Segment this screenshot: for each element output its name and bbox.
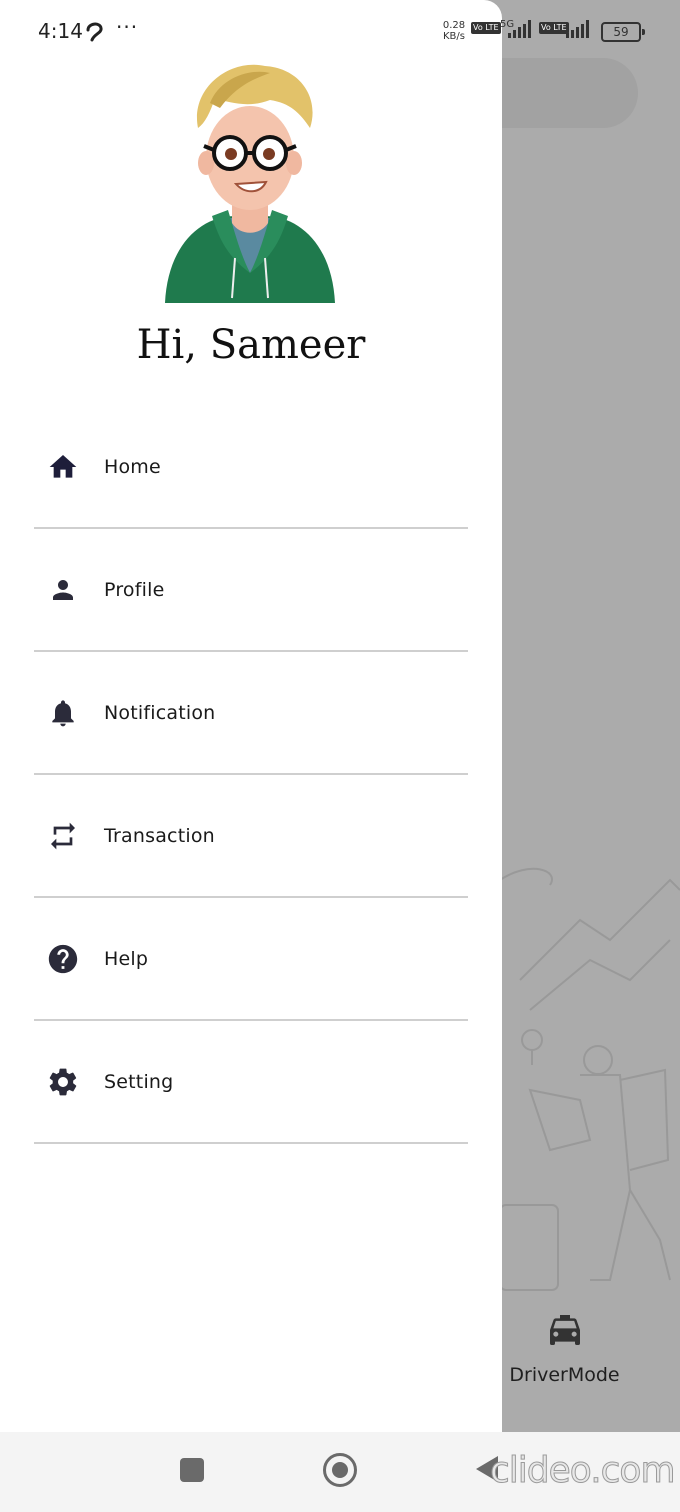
menu-item-help[interactable]: Help <box>34 898 468 1021</box>
system-navigation-bar: clideo.com <box>0 1432 680 1512</box>
home-icon <box>46 450 80 484</box>
user-avatar[interactable] <box>150 58 350 308</box>
menu-item-profile[interactable]: Profile <box>34 529 468 652</box>
menu-item-transaction[interactable]: Transaction <box>34 775 468 898</box>
home-button[interactable] <box>323 1453 357 1487</box>
gear-icon <box>46 1065 80 1099</box>
menu-label-notification: Notification <box>104 701 216 724</box>
navigation-drawer: Hi, Sameer Home Profile Notification Tra… <box>0 0 502 1512</box>
status-bar: 4:14 ··· 0.28 KB/s Vo LTE 5G Vo LTE 59 <box>0 0 680 62</box>
menu-label-help: Help <box>104 947 149 970</box>
battery-icon: 59 <box>601 22 645 42</box>
bell-icon <box>46 696 80 730</box>
menu-item-notification[interactable]: Notification <box>34 652 468 775</box>
menu-item-home[interactable]: Home <box>34 406 468 529</box>
network-speed: 0.28 KB/s <box>440 20 468 42</box>
status-time: 4:14 <box>38 19 83 43</box>
person-icon <box>46 573 80 607</box>
network-speed-unit: KB/s <box>443 31 465 42</box>
watermark: clideo.com <box>490 1450 677 1492</box>
swap-arrows-icon <box>46 819 80 853</box>
help-icon <box>46 942 80 976</box>
menu-label-transaction: Transaction <box>104 824 215 847</box>
network-speed-value: 0.28 <box>442 20 466 31</box>
more-notifications-icon: ··· <box>116 15 139 39</box>
menu-item-setting[interactable]: Setting <box>34 1021 468 1144</box>
drawer-menu: Home Profile Notification Transaction He… <box>34 406 468 1144</box>
signal-strength-icon-1 <box>508 20 531 38</box>
menu-label-home: Home <box>104 455 161 478</box>
volte-badge-1: Vo LTE <box>471 22 501 34</box>
menu-label-profile: Profile <box>104 578 165 601</box>
recent-apps-button[interactable] <box>180 1458 204 1482</box>
greeting-title: Hi, Sameer <box>136 322 366 368</box>
volte-badge-2: Vo LTE <box>539 22 569 34</box>
driver-mode-label: DriverMode <box>509 1364 620 1386</box>
driver-mode-button[interactable]: DriverMode <box>502 1310 627 1386</box>
menu-label-setting: Setting <box>104 1070 174 1093</box>
taxi-icon <box>549 1315 580 1345</box>
signal-strength-icon-2 <box>566 20 589 38</box>
app-notification-icon <box>86 22 103 42</box>
